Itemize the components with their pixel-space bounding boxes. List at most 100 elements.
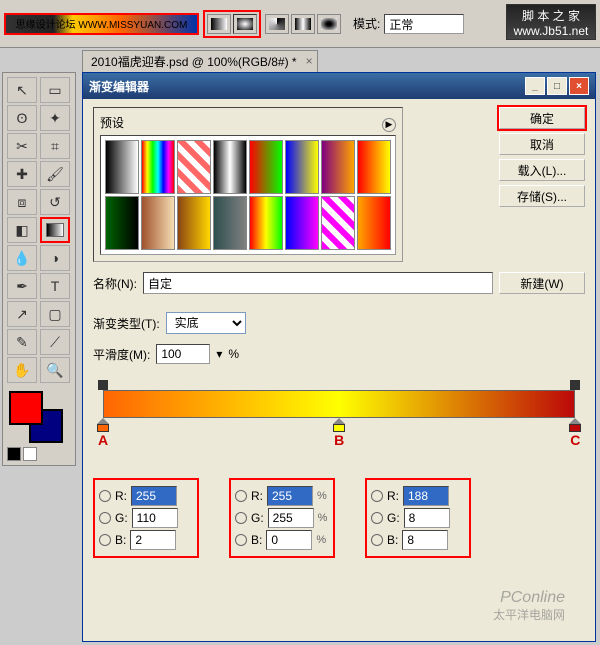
radio-R[interactable] bbox=[99, 490, 111, 502]
type-tool[interactable]: T bbox=[40, 273, 70, 299]
preset-swatch[interactable] bbox=[285, 140, 319, 194]
rgb-input-R[interactable] bbox=[403, 486, 449, 506]
eraser-tool[interactable]: ◧ bbox=[7, 217, 37, 243]
brush-tool[interactable]: 🖌 bbox=[40, 161, 70, 187]
blend-mode-select[interactable]: 正常 bbox=[384, 14, 464, 34]
gradient-type-buttons bbox=[203, 10, 261, 38]
minimize-button[interactable]: _ bbox=[525, 77, 545, 95]
preset-swatch[interactable] bbox=[249, 196, 283, 250]
gradient-type-select[interactable]: 实底 bbox=[166, 312, 246, 334]
rgb-input-R[interactable] bbox=[267, 486, 313, 506]
gradient-name-input[interactable] bbox=[143, 272, 493, 294]
color-stop-C[interactable] bbox=[569, 418, 581, 432]
history-brush-tool[interactable]: ↺ bbox=[40, 189, 70, 215]
rgb-input-G[interactable] bbox=[268, 508, 314, 528]
heal-tool[interactable]: ✚ bbox=[7, 161, 37, 187]
stop-label-C: C bbox=[570, 432, 580, 448]
close-button[interactable]: × bbox=[569, 77, 589, 95]
rgb-input-B[interactable] bbox=[266, 530, 312, 550]
preset-swatch[interactable] bbox=[321, 140, 355, 194]
smoothness-label: 平滑度(M): bbox=[93, 346, 150, 363]
preset-swatch[interactable] bbox=[177, 196, 211, 250]
radio-R[interactable] bbox=[371, 490, 383, 502]
save-button[interactable]: 存储(S)... bbox=[499, 185, 585, 207]
move-tool[interactable]: ↖ bbox=[7, 77, 37, 103]
new-button[interactable]: 新建(W) bbox=[499, 272, 585, 294]
dialog-title-text: 渐变编辑器 bbox=[89, 78, 149, 95]
opacity-stop-right[interactable] bbox=[570, 380, 580, 390]
watermark-line1: 脚 本 之 家 bbox=[522, 7, 580, 24]
blur-tool[interactable]: 💧 bbox=[7, 245, 37, 271]
preset-swatch[interactable] bbox=[357, 140, 391, 194]
dodge-tool[interactable]: ◑ bbox=[40, 245, 70, 271]
stamp-tool[interactable]: ⧈ bbox=[7, 189, 37, 215]
forum-logo: 思缘设计论坛 WWW.MISSYUAN.COM bbox=[4, 13, 199, 35]
dialog-titlebar[interactable]: 渐变编辑器 _ □ × bbox=[83, 73, 595, 99]
watermark-pconline: PConline bbox=[500, 589, 565, 607]
radio-B[interactable] bbox=[99, 534, 111, 546]
lasso-tool[interactable]: ʘ bbox=[7, 105, 37, 131]
rgb-label-R: R: bbox=[387, 489, 399, 503]
marquee-tool[interactable]: ▭ bbox=[40, 77, 70, 103]
rgb-label-G: G: bbox=[115, 511, 128, 525]
preset-swatch[interactable] bbox=[105, 196, 139, 250]
reflected-gradient-btn[interactable] bbox=[291, 14, 315, 34]
pen-tool[interactable]: ✒ bbox=[7, 273, 37, 299]
foreground-color-swatch[interactable] bbox=[9, 391, 43, 425]
radio-B[interactable] bbox=[371, 534, 383, 546]
rgb-label-R: R: bbox=[251, 489, 263, 503]
shape-tool[interactable]: ▢ bbox=[40, 301, 70, 327]
slice-tool[interactable]: ⌗ bbox=[40, 133, 70, 159]
gradient-preview[interactable] bbox=[103, 390, 575, 418]
default-colors-icon[interactable] bbox=[7, 447, 21, 461]
maximize-button[interactable]: □ bbox=[547, 77, 567, 95]
presets-label: 预设 bbox=[100, 114, 124, 131]
preset-swatch[interactable] bbox=[177, 140, 211, 194]
rgb-input-B[interactable] bbox=[402, 530, 448, 550]
diamond-gradient-btn[interactable] bbox=[317, 14, 341, 34]
notes-tool[interactable]: ✎ bbox=[7, 329, 37, 355]
linear-gradient-btn[interactable] bbox=[207, 14, 231, 34]
color-stop-B[interactable] bbox=[333, 418, 345, 432]
radio-G[interactable] bbox=[371, 512, 383, 524]
zoom-tool[interactable]: 🔍 bbox=[40, 357, 70, 383]
rgb-input-R[interactable] bbox=[131, 486, 177, 506]
preset-swatch[interactable] bbox=[141, 196, 175, 250]
radial-gradient-btn[interactable] bbox=[233, 14, 257, 34]
presets-flyout-icon[interactable]: ▶ bbox=[382, 118, 396, 132]
gradient-bar[interactable]: ABC bbox=[93, 388, 585, 448]
wand-tool[interactable]: ✦ bbox=[40, 105, 70, 131]
preset-swatch[interactable] bbox=[105, 140, 139, 194]
preset-swatch[interactable] bbox=[285, 196, 319, 250]
close-icon[interactable]: × bbox=[306, 54, 313, 68]
rgb-input-B[interactable] bbox=[130, 530, 176, 550]
preset-swatch[interactable] bbox=[357, 196, 391, 250]
load-button[interactable]: 载入(L)... bbox=[499, 159, 585, 181]
eyedropper-tool[interactable]: ⟋ bbox=[40, 329, 70, 355]
radio-B[interactable] bbox=[235, 534, 247, 546]
smoothness-dropdown-icon[interactable]: ▾ bbox=[216, 347, 222, 361]
preset-swatch[interactable] bbox=[141, 140, 175, 194]
crop-tool[interactable]: ✂ bbox=[7, 133, 37, 159]
document-tab[interactable]: 2010福虎迎春.psd @ 100%(RGB/8#) * × bbox=[82, 50, 318, 72]
rgb-input-G[interactable] bbox=[404, 508, 450, 528]
radio-G[interactable] bbox=[235, 512, 247, 524]
radio-G[interactable] bbox=[99, 512, 111, 524]
rgb-input-G[interactable] bbox=[132, 508, 178, 528]
preset-swatch[interactable] bbox=[213, 196, 247, 250]
cancel-button[interactable]: 取消 bbox=[499, 133, 585, 155]
preset-swatch[interactable] bbox=[321, 196, 355, 250]
radio-R[interactable] bbox=[235, 490, 247, 502]
angle-gradient-btn[interactable] bbox=[265, 14, 289, 34]
opacity-stop-left[interactable] bbox=[98, 380, 108, 390]
preset-swatch[interactable] bbox=[249, 140, 283, 194]
smoothness-input[interactable] bbox=[156, 344, 210, 364]
preset-swatch[interactable] bbox=[213, 140, 247, 194]
path-tool[interactable]: ↗ bbox=[7, 301, 37, 327]
hand-tool[interactable]: ✋ bbox=[7, 357, 37, 383]
gradient-tool[interactable] bbox=[40, 217, 70, 243]
swap-colors-icon[interactable] bbox=[23, 447, 37, 461]
rgb-label-G: G: bbox=[387, 511, 400, 525]
ok-button[interactable]: 确定 bbox=[499, 107, 585, 129]
color-stop-A[interactable] bbox=[97, 418, 109, 432]
